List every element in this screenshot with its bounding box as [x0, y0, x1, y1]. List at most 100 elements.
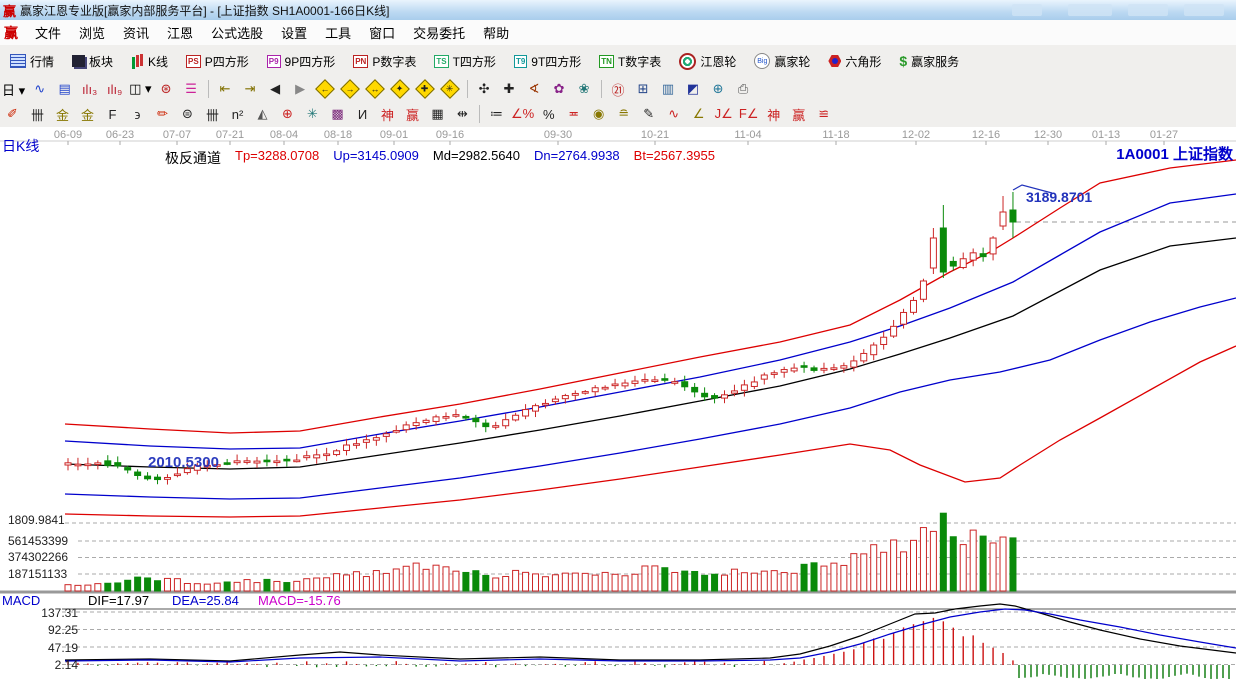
pi-tool-icon[interactable]: ≌	[812, 104, 835, 125]
gann-diamond-expand-icon[interactable]: ✦	[389, 79, 412, 100]
gann-diamond-right-icon[interactable]: →	[339, 79, 362, 100]
red-wave-tool-icon[interactable]: ∿	[662, 104, 685, 125]
network-icon[interactable]: ⊕	[707, 79, 730, 100]
gold-lines-tool-icon[interactable]: ≘	[612, 104, 635, 125]
titlebar-ghost-button[interactable]	[1068, 4, 1112, 16]
p-number-table-button[interactable]: PNP数字表	[345, 49, 424, 74]
target-red-tool-icon[interactable]: ⊕	[276, 104, 299, 125]
spiral-tool-icon[interactable]: ϶	[126, 104, 149, 125]
hexagon-button[interactable]: 六角形	[820, 49, 889, 74]
menu-帮助[interactable]: 帮助	[474, 20, 518, 45]
candle-style-dropdown[interactable]: ◫ ▾	[128, 79, 152, 100]
span-arrows-tool-icon[interactable]: ⇹	[451, 104, 474, 125]
n-square-tool-icon[interactable]: n²	[226, 104, 249, 125]
first-bar-icon[interactable]: ⇤	[214, 79, 237, 100]
menu-资讯[interactable]: 资讯	[114, 20, 158, 45]
next-bar-icon[interactable]: ▶	[289, 79, 312, 100]
menu-窗口[interactable]: 窗口	[360, 20, 404, 45]
f-grid-tool-icon[interactable]: F	[101, 104, 124, 125]
menu-江恩[interactable]: 江恩	[158, 20, 202, 45]
titlebar-ghost-button[interactable]	[1184, 4, 1224, 16]
starburst-tool-icon[interactable]: ✳	[301, 104, 324, 125]
price-scale-tool-icon[interactable]: ≔	[485, 104, 508, 125]
percent-lines-tool-icon[interactable]: ≖	[562, 104, 585, 125]
percent-tool-icon[interactable]: %	[537, 104, 560, 125]
gold-grid-tool-icon[interactable]: 金	[51, 104, 74, 125]
bars-3-icon[interactable]: ılı₃	[78, 79, 101, 100]
red-pen-tool-icon[interactable]: ✏	[151, 104, 174, 125]
macd-axis-label: 92.25	[8, 623, 78, 637]
gann-diamond-hswing-icon[interactable]: ↔	[364, 79, 387, 100]
angle-a-tool-icon[interactable]: ◭	[251, 104, 274, 125]
pan-hand-icon[interactable]: ✣	[473, 79, 496, 100]
bars-9-icon[interactable]: ılı₉	[103, 79, 126, 100]
save-icon[interactable]: ◩	[682, 79, 705, 100]
pen-tool-icon[interactable]: ✐	[1, 104, 24, 125]
magic-box-icon[interactable]: ✿	[548, 79, 571, 100]
gann-tool-icon[interactable]: ⊛	[155, 79, 178, 100]
date-tick-label: 11-18	[822, 129, 849, 141]
f-angle-tool-icon[interactable]: F∠	[737, 104, 760, 125]
9p-square-button[interactable]: P99P四方形	[259, 49, 343, 74]
menu-文件[interactable]: 文件	[26, 20, 70, 45]
crosshair-icon[interactable]: ✚	[498, 79, 521, 100]
calendar-21-icon[interactable]: ㉑	[607, 79, 630, 100]
indicator-value-Bt: Bt=2567.3955	[634, 148, 715, 168]
period-day-dropdown[interactable]: 日 ▾	[1, 79, 26, 100]
gann-wheel-button-label: 江恩轮	[700, 53, 736, 70]
quotes-button[interactable]: 行情	[2, 49, 62, 74]
shen-angle-tool-icon[interactable]: 神	[762, 104, 785, 125]
menu-浏览[interactable]: 浏览	[70, 20, 114, 45]
grid-lines-tool-icon[interactable]: 卌	[26, 104, 49, 125]
gann-diamond-left-icon[interactable]: ←	[314, 79, 337, 100]
ruler-lines-tool-icon[interactable]: 卌	[201, 104, 224, 125]
shen-tool-icon[interactable]: 神	[376, 104, 399, 125]
9p-square-icon: P9	[267, 55, 281, 68]
percent-angle-tool-icon[interactable]: ∠%	[510, 104, 535, 125]
boxgrid-tool-icon[interactable]: ▩	[326, 104, 349, 125]
gann-circle-tool-icon[interactable]: ⊜	[176, 104, 199, 125]
menu-工具[interactable]: 工具	[316, 20, 360, 45]
titlebar-ghost-button[interactable]	[1128, 4, 1168, 16]
date-tick-label: 08-18	[324, 129, 352, 141]
t-number-table-button[interactable]: TNT数字表	[591, 49, 669, 74]
brush-tool-icon[interactable]: ✎	[637, 104, 660, 125]
gold-circle-tool-icon[interactable]: ◉	[587, 104, 610, 125]
t-square-button[interactable]: TST四方形	[426, 49, 504, 74]
gold-grid2-tool-icon[interactable]: 金	[76, 104, 99, 125]
brain-map-icon[interactable]: ❀	[573, 79, 596, 100]
j-angle-tool-icon[interactable]: J∠	[712, 104, 735, 125]
gold-angle-tool-icon[interactable]: ∠	[687, 104, 710, 125]
chip-distribution-icon[interactable]: ☰	[180, 79, 203, 100]
date-tick-label: 08-04	[270, 129, 298, 141]
kline-button[interactable]: K线	[123, 49, 176, 74]
grid-123-tool-icon[interactable]: ▦	[426, 104, 449, 125]
calculator-icon[interactable]: ⊞	[632, 79, 655, 100]
angle-measure-icon[interactable]: ∢	[523, 79, 546, 100]
gann-wheel-button[interactable]: 江恩轮	[671, 49, 744, 74]
indicator-value-Md: Md=2982.5640	[433, 148, 520, 168]
winner-service-button[interactable]: $赢家服务	[891, 49, 967, 74]
ying-angle-tool-icon[interactable]: 赢	[787, 104, 810, 125]
gann-diamond-full-icon[interactable]: ✳	[439, 79, 462, 100]
f10-info-icon[interactable]: ▤	[53, 79, 76, 100]
titlebar-ghost-button[interactable]	[1012, 4, 1042, 16]
menu-设置[interactable]: 设置	[272, 20, 316, 45]
ying-tool-icon[interactable]: 赢	[401, 104, 424, 125]
trend-wave-icon[interactable]: ∿	[28, 79, 51, 100]
last-bar-icon[interactable]: ⇥	[239, 79, 262, 100]
gann-diamond-all-icon[interactable]: ✚	[414, 79, 437, 100]
9t-square-button[interactable]: T99T四方形	[506, 49, 589, 74]
chart-area[interactable]: 06-0906-2307-0707-2108-0408-1809-0109-16…	[0, 127, 1236, 679]
sectors-button[interactable]: 板块	[64, 49, 121, 74]
winner-wheel-button[interactable]: Big赢家轮	[746, 49, 818, 74]
p-square-button[interactable]: PSP四方形	[178, 49, 257, 74]
menu-公式选股[interactable]: 公式选股	[202, 20, 272, 45]
prev-bar-icon[interactable]: ◀	[264, 79, 287, 100]
print-icon[interactable]: ⎙	[732, 79, 755, 100]
macd-dea-value: DEA=25.84	[172, 593, 258, 608]
menu-交易委托[interactable]: 交易委托	[404, 20, 474, 45]
date-tick-label: 09-16	[436, 129, 464, 141]
wave-mark-tool-icon[interactable]: И	[351, 104, 374, 125]
notes-icon[interactable]: ▥	[657, 79, 680, 100]
